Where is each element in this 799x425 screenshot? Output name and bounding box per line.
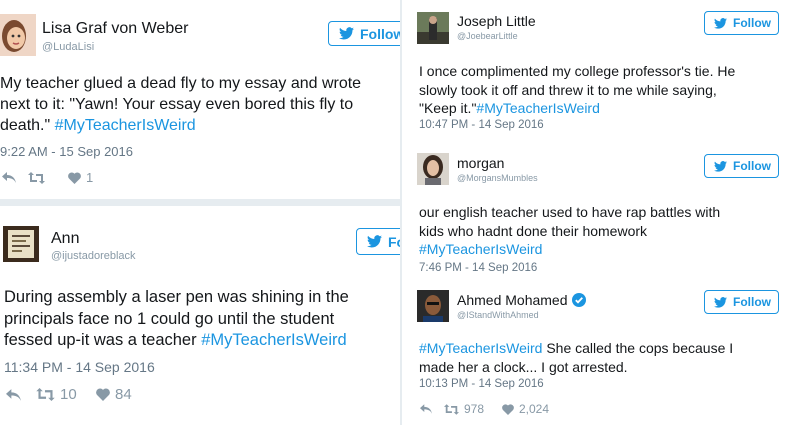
tweet-actions: 10 84	[6, 386, 132, 403]
retweet-icon	[36, 388, 55, 401]
follow-button[interactable]: Follow	[704, 290, 779, 314]
reply-icon	[420, 404, 432, 414]
heart-icon	[68, 171, 81, 184]
tweet-text: #MyTeacherIsWeird She called the cops be…	[419, 339, 789, 376]
twitter-bird-icon	[714, 160, 727, 172]
avatar-ahmed[interactable]	[417, 290, 449, 322]
tweet-line: next to it: "Yawn! Your essay even bored…	[0, 96, 354, 113]
tweet-text: My teacher glued a dead fly to my essay …	[0, 73, 400, 136]
twitter-bird-icon	[714, 296, 727, 308]
tweet-line: slowly took it off and threw it to me wh…	[419, 81, 717, 98]
like-count: 1	[86, 170, 94, 185]
tweet-timestamp[interactable]: 10:13 PM - 14 Sep 2016	[419, 378, 544, 390]
follow-button[interactable]: Follow	[704, 11, 779, 35]
like-button[interactable]: 84	[96, 386, 132, 403]
hashtag-link[interactable]: #MyTeacherIsWeird	[476, 100, 599, 116]
twitter-bird-icon	[339, 27, 354, 40]
heart-icon	[96, 388, 110, 401]
follow-label: Follow	[388, 233, 400, 250]
like-button[interactable]: 1	[68, 170, 93, 185]
avatar-lisa[interactable]	[0, 14, 36, 56]
tweet-timestamp[interactable]: 10:47 PM - 14 Sep 2016	[419, 119, 544, 131]
avatar-joseph[interactable]	[417, 12, 449, 44]
avatar-ann[interactable]	[3, 226, 39, 262]
retweet-button[interactable]: 978	[444, 402, 502, 416]
tweet-line: During assembly a laser pen was shining …	[4, 288, 349, 306]
tweet-column-right: Joseph Little @JoebearLittle Follow I on…	[402, 0, 799, 425]
tweet-timestamp[interactable]: 11:34 PM - 14 Sep 2016	[4, 359, 155, 375]
like-button[interactable]: 2,024	[502, 402, 549, 416]
follow-button[interactable]: Follow	[328, 21, 400, 46]
follow-button[interactable]: Follow	[356, 228, 400, 255]
tweet-actions: 978 2,024	[420, 402, 549, 416]
follow-label: Follow	[733, 295, 771, 309]
tweet-line: our english teacher used to have rap bat…	[419, 204, 721, 220]
verified-badge-icon	[571, 293, 586, 307]
tweet-line: principals face no 1 could go until the …	[4, 309, 335, 328]
tweet-line: My teacher glued a dead fly to my essay …	[0, 75, 362, 92]
tweet-line: I once complimented my college professor…	[419, 63, 736, 79]
follow-label: Follow	[733, 159, 771, 173]
hashtag-link[interactable]: #MyTeacherIsWeird	[419, 240, 789, 259]
hashtag-link[interactable]: #MyTeacherIsWeird	[419, 340, 542, 356]
retweet-button[interactable]	[28, 171, 68, 184]
author-handle[interactable]: @JoebearLittle	[457, 31, 518, 41]
tweet-line: kids who hadnt done their homework	[419, 222, 648, 239]
reply-button[interactable]	[2, 172, 28, 183]
author-name[interactable]: Ann	[51, 230, 79, 248]
tweet-actions: 1	[2, 170, 93, 185]
author-name: Ahmed Mohamed	[457, 292, 586, 308]
avatar-morgan[interactable]	[417, 153, 449, 185]
like-count: 2,024	[519, 402, 550, 416]
tweet-line: fessed up-it was a teacher	[4, 331, 202, 349]
hashtag-link[interactable]: #MyTeacherIsWeird	[201, 331, 347, 349]
twitter-bird-icon	[714, 17, 727, 29]
tweet-timestamp[interactable]: 7:46 PM - 14 Sep 2016	[419, 262, 537, 274]
author-handle[interactable]: @ijustadoreblack	[51, 250, 136, 262]
author-name[interactable]: Joseph Little	[457, 13, 536, 29]
follow-label: Follow	[733, 16, 771, 30]
reply-icon	[2, 172, 16, 183]
reply-button[interactable]	[420, 404, 444, 414]
author-handle[interactable]: @LudaLisi	[42, 41, 94, 53]
retweet-button[interactable]: 10	[36, 386, 96, 403]
tweet-line: death."	[0, 117, 55, 134]
follow-label: Follow	[360, 25, 400, 42]
follow-button[interactable]: Follow	[704, 154, 779, 178]
twitter-bird-icon	[367, 235, 382, 248]
tweet-text: During assembly a laser pen was shining …	[4, 287, 400, 352]
heart-icon	[502, 403, 514, 415]
retweet-count: 10	[60, 386, 77, 403]
tweet-timestamp[interactable]: 9:22 AM - 15 Sep 2016	[0, 144, 133, 159]
reply-button[interactable]	[6, 388, 36, 401]
author-name[interactable]: Lisa Graf von Weber	[42, 20, 188, 38]
retweet-icon	[444, 403, 459, 415]
tweet-card-lisa: Lisa Graf von Weber @LudaLisi Follow My …	[0, 0, 400, 199]
author-name[interactable]: morgan	[457, 155, 504, 171]
tweet-text: I once complimented my college professor…	[419, 62, 789, 118]
hashtag-link[interactable]: #MyTeacherIsWeird	[55, 117, 196, 134]
tweet-text: our english teacher used to have rap bat…	[419, 203, 789, 259]
tweet-line: made her a clock... I got arrested.	[419, 358, 628, 375]
retweet-count: 978	[464, 402, 485, 416]
reply-icon	[6, 388, 21, 401]
tweet-card-ann: Ann @ijustadoreblack Follow During assem…	[0, 206, 400, 425]
tweet-line: "Keep it."	[419, 100, 477, 116]
tweet-line: She called the cops because I	[542, 340, 734, 356]
author-name-text[interactable]: Ahmed Mohamed	[457, 292, 568, 308]
like-count: 84	[115, 386, 132, 403]
retweet-icon	[28, 171, 45, 184]
author-handle[interactable]: @IStandWithAhmed	[457, 310, 539, 320]
author-handle[interactable]: @MorgansMumbles	[457, 173, 538, 183]
